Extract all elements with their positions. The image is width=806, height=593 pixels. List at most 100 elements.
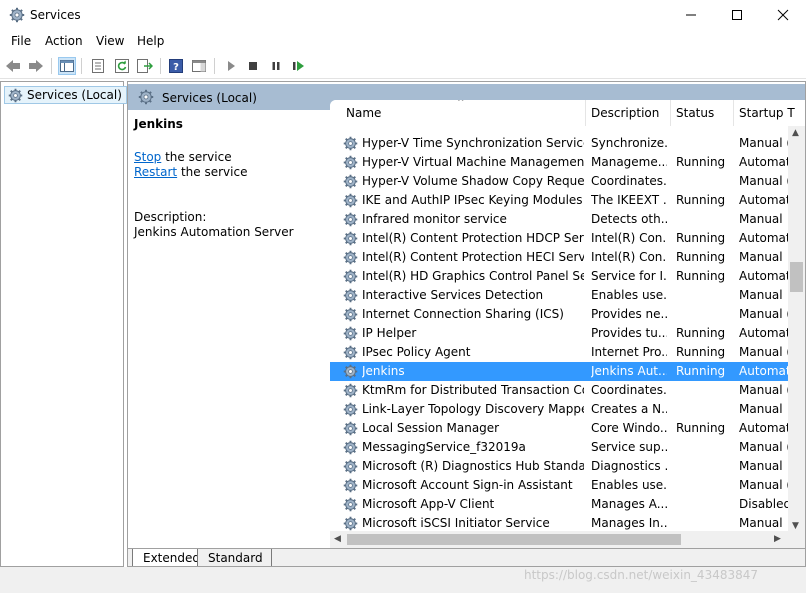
- vertical-scrollbar[interactable]: ▲ ▼: [788, 126, 805, 548]
- restart-line-text: the service: [177, 165, 248, 179]
- refresh-button[interactable]: [113, 57, 131, 75]
- service-row[interactable]: Interactive Services Detection Enables us…: [330, 286, 788, 305]
- service-row[interactable]: Microsoft (R) Diagnostics Hub Standard .…: [330, 457, 788, 476]
- service-startup-type: Manual (: [739, 307, 788, 321]
- export-list-button[interactable]: [136, 57, 154, 75]
- service-description: Intel(R) Con...: [591, 231, 667, 245]
- service-row[interactable]: Jenkins Jenkins Aut... Running Automat: [330, 362, 788, 381]
- service-description: Internet Pro...: [591, 345, 667, 359]
- service-gear-icon: [343, 478, 358, 496]
- column-header-name[interactable]: Name: [346, 106, 381, 120]
- tab-standard[interactable]: Standard: [197, 549, 272, 566]
- column-divider[interactable]: [670, 100, 671, 126]
- service-row[interactable]: Intel(R) Content Protection HDCP Service…: [330, 229, 788, 248]
- minimize-button[interactable]: [668, 0, 714, 30]
- service-name: Infrared monitor service: [362, 212, 507, 226]
- service-description: Enables use...: [591, 288, 667, 302]
- service-row[interactable]: IP Helper Provides tu... Running Automat: [330, 324, 788, 343]
- service-description: Service sup...: [591, 440, 667, 454]
- minimize-icon: [686, 14, 696, 16]
- column-header-startup-type[interactable]: Startup T: [739, 106, 795, 120]
- service-gear-icon: [343, 288, 358, 306]
- service-description: Manages In...: [591, 516, 667, 530]
- pane-header-label: Services (Local): [162, 91, 257, 105]
- restart-service-button[interactable]: [290, 57, 308, 75]
- restart-service-link[interactable]: Restart: [134, 165, 177, 179]
- service-startup-type: Manual (: [739, 136, 788, 150]
- maximize-button[interactable]: [714, 0, 760, 30]
- help-button[interactable]: ?: [167, 57, 185, 75]
- horizontal-scroll-thumb[interactable]: [347, 534, 681, 545]
- service-gear-icon: [343, 250, 358, 268]
- service-detail-panel: Jenkins Stop the service Restart the ser…: [128, 110, 330, 548]
- column-headers: ^ Name Description Status Startup T: [330, 100, 805, 126]
- window-title: Services: [30, 8, 81, 22]
- service-startup-type: Manual (: [739, 174, 788, 188]
- service-gear-icon: [343, 231, 358, 249]
- scroll-down-icon[interactable]: ▼: [792, 521, 799, 531]
- service-gear-icon: [343, 326, 358, 344]
- service-row[interactable]: Internet Connection Sharing (ICS) Provide…: [330, 305, 788, 324]
- service-row[interactable]: Infrared monitor service Detects oth... Ma…: [330, 210, 788, 229]
- svg-text:?: ?: [173, 62, 179, 73]
- service-startup-type: Manual: [739, 516, 783, 530]
- service-startup-type: Manual: [739, 402, 783, 416]
- menu-file[interactable]: File: [11, 34, 31, 48]
- stop-service-link[interactable]: Stop: [134, 150, 161, 164]
- services-gear-icon: [138, 89, 154, 108]
- stop-service-button[interactable]: [244, 57, 262, 75]
- column-divider[interactable]: [585, 100, 586, 126]
- column-divider[interactable]: [733, 100, 734, 126]
- service-row[interactable]: Microsoft App-V Client Manages A... Disabl…: [330, 495, 788, 514]
- service-startup-type: Automat: [739, 421, 788, 435]
- service-row[interactable]: Local Session Manager Core Windo... Runnin…: [330, 419, 788, 438]
- service-gear-icon: [343, 440, 358, 458]
- service-row[interactable]: Hyper-V Volume Shadow Copy Requestor Coor…: [330, 172, 788, 191]
- tree-item-label: Services (Local): [27, 88, 122, 102]
- column-header-status[interactable]: Status: [676, 106, 714, 120]
- horizontal-scrollbar[interactable]: ◀ ▶: [330, 531, 788, 548]
- service-row[interactable]: Intel(R) HD Graphics Control Panel Servi…: [330, 267, 788, 286]
- menu-action[interactable]: Action: [45, 34, 83, 48]
- service-gear-icon: [343, 402, 358, 420]
- service-description: Diagnostics ...: [591, 459, 667, 473]
- service-gear-icon: [343, 212, 358, 230]
- service-startup-type: Automat: [739, 326, 788, 340]
- properties-button[interactable]: [89, 57, 107, 75]
- service-name: Microsoft (R) Diagnostics Hub Standard .…: [362, 459, 584, 473]
- menu-help[interactable]: Help: [137, 34, 164, 48]
- selected-service-name: Jenkins: [134, 117, 183, 131]
- service-row[interactable]: KtmRm for Distributed Transaction Coor..…: [330, 381, 788, 400]
- show-hide-action-pane-button[interactable]: [190, 57, 208, 75]
- scroll-right-icon[interactable]: ▶: [774, 534, 781, 544]
- service-name: Microsoft Account Sign-in Assistant: [362, 478, 573, 492]
- maximize-icon: [732, 10, 742, 20]
- export-list-icon: [137, 59, 153, 73]
- column-header-description[interactable]: Description: [591, 106, 659, 120]
- close-button[interactable]: [760, 0, 806, 30]
- service-row[interactable]: Link-Layer Topology Discovery Mapper Crea…: [330, 400, 788, 419]
- service-name: Jenkins: [362, 364, 405, 378]
- menu-view[interactable]: View: [96, 34, 124, 48]
- service-row[interactable]: IKE and AuthIP IPsec Keying Modules The I…: [330, 191, 788, 210]
- pause-icon: [272, 62, 280, 70]
- tree-item-services-local[interactable]: Services (Local): [4, 86, 127, 104]
- service-row[interactable]: IPsec Policy Agent Internet Pro... Running…: [330, 343, 788, 362]
- view-tabs: Extended Standard: [128, 548, 805, 566]
- service-row[interactable]: Hyper-V Time Synchronization Service Sync…: [330, 134, 788, 153]
- service-name: IKE and AuthIP IPsec Keying Modules: [362, 193, 583, 207]
- show-hide-console-tree-button[interactable]: [58, 57, 76, 75]
- service-row[interactable]: Intel(R) Content Protection HECI Service…: [330, 248, 788, 267]
- service-name: Link-Layer Topology Discovery Mapper: [362, 402, 584, 416]
- service-row[interactable]: MessagingService_f32019a Service sup... Ma…: [330, 438, 788, 457]
- forward-button[interactable]: [27, 57, 45, 75]
- toolbar-separator: [160, 58, 161, 74]
- back-button[interactable]: [4, 57, 22, 75]
- start-service-button[interactable]: [222, 57, 240, 75]
- scroll-left-icon[interactable]: ◀: [334, 534, 341, 544]
- service-row[interactable]: Hyper-V Virtual Machine Management Manage…: [330, 153, 788, 172]
- vertical-scroll-thumb[interactable]: [790, 262, 803, 292]
- scroll-up-icon[interactable]: ▲: [792, 128, 799, 138]
- pause-service-button[interactable]: [267, 57, 285, 75]
- service-row[interactable]: Microsoft Account Sign-in Assistant Enabl…: [330, 476, 788, 495]
